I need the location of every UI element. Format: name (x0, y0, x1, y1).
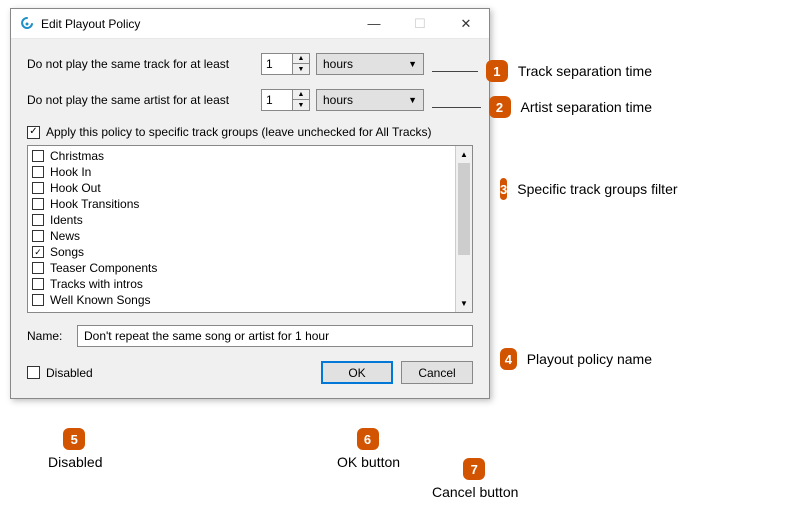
callout-badge: 4 (500, 348, 517, 370)
chevron-down-icon: ▼ (408, 59, 417, 69)
track-separation-spinner[interactable]: ▲ ▼ (261, 53, 310, 75)
callout-label: Disabled (48, 454, 102, 470)
callout-label: Artist separation time (521, 99, 653, 115)
group-item[interactable]: Well Known Songs (32, 292, 451, 308)
group-item-label: Christmas (50, 149, 104, 163)
callout-3: 3 Specific track groups filter (492, 178, 652, 200)
window-title: Edit Playout Policy (41, 17, 351, 31)
group-item[interactable]: Tracks with intros (32, 276, 451, 292)
callout-badge: 5 (63, 428, 85, 450)
group-item-checkbox[interactable] (32, 214, 44, 226)
group-item-checkbox[interactable]: ✓ (32, 246, 44, 258)
group-item-checkbox[interactable] (32, 150, 44, 162)
group-item-label: News (50, 229, 80, 243)
group-item[interactable]: ✓ Songs (32, 244, 451, 260)
group-item-checkbox[interactable] (32, 230, 44, 242)
group-item[interactable]: Hook Transitions (32, 196, 451, 212)
group-item-label: Idents (50, 213, 83, 227)
callout-label: Track separation time (518, 63, 652, 79)
spin-up-icon[interactable]: ▲ (293, 54, 309, 64)
disabled-checkbox[interactable] (27, 366, 40, 379)
artist-separation-value[interactable] (262, 90, 292, 110)
callout-6: 6 OK button (335, 396, 400, 470)
group-item[interactable]: Idents (32, 212, 451, 228)
group-item-label: Tracks with intros (50, 277, 143, 291)
apply-groups-label: Apply this policy to specific track grou… (46, 125, 432, 139)
callout-label: Playout policy name (527, 351, 652, 367)
scroll-thumb[interactable] (458, 163, 470, 255)
spin-down-icon[interactable]: ▼ (293, 100, 309, 110)
callout-badge: 6 (357, 428, 379, 450)
group-item-label: Hook Out (50, 181, 101, 195)
track-unit-select[interactable]: hours ▼ (316, 53, 424, 75)
track-separation-row: Do not play the same track for at least … (27, 53, 473, 75)
disabled-label: Disabled (46, 366, 93, 380)
callout-badge: 1 (486, 60, 508, 82)
group-item[interactable]: Christmas (32, 148, 451, 164)
group-item-label: Songs (50, 245, 84, 259)
track-separation-value[interactable] (262, 54, 292, 74)
scrollbar[interactable]: ▲ ▼ (455, 146, 472, 312)
track-separation-label: Do not play the same track for at least (27, 57, 261, 71)
callout-5: 5 Disabled (46, 396, 102, 470)
group-item[interactable]: News (32, 228, 451, 244)
spin-down-icon[interactable]: ▼ (293, 64, 309, 74)
callout-label: Cancel button (432, 484, 518, 500)
scroll-up-icon[interactable]: ▲ (456, 146, 472, 163)
close-button[interactable]: ✕ (443, 9, 489, 39)
track-groups-listbox[interactable]: Christmas Hook In Hook Out Hook Transitions… (27, 145, 473, 313)
minimize-button[interactable]: — (351, 9, 397, 39)
callout-1: 1 Track separation time (432, 60, 652, 82)
titlebar: Edit Playout Policy — ☐ ✕ (11, 9, 489, 39)
group-item-label: Hook Transitions (50, 197, 139, 211)
callout-badge: 7 (463, 458, 485, 480)
artist-separation-label: Do not play the same artist for at least (27, 93, 261, 107)
dialog-body: Do not play the same track for at least … (11, 39, 489, 398)
bottom-row: Disabled OK Cancel (27, 361, 473, 384)
track-groups-list: Christmas Hook In Hook Out Hook Transitions… (28, 146, 455, 312)
cancel-button[interactable]: Cancel (401, 361, 473, 384)
group-item[interactable]: Teaser Components (32, 260, 451, 276)
group-item[interactable]: Hook In (32, 164, 451, 180)
callout-7: 7 Cancel button (430, 396, 518, 500)
chevron-down-icon: ▼ (408, 95, 417, 105)
artist-unit-value: hours (323, 93, 353, 107)
artist-spin-buttons[interactable]: ▲ ▼ (292, 90, 309, 110)
scroll-track[interactable] (456, 163, 472, 295)
group-item-checkbox[interactable] (32, 182, 44, 194)
group-item-label: Teaser Components (50, 261, 157, 275)
callout-2: 2 Artist separation time (432, 96, 652, 118)
apply-groups-checkbox[interactable]: ✓ (27, 126, 40, 139)
artist-separation-row: Do not play the same artist for at least… (27, 89, 473, 111)
scroll-down-icon[interactable]: ▼ (456, 295, 472, 312)
spin-up-icon[interactable]: ▲ (293, 90, 309, 100)
name-row: Name: (27, 325, 473, 347)
edit-playout-policy-dialog: Edit Playout Policy — ☐ ✕ Do not play th… (10, 8, 490, 399)
name-label: Name: (27, 329, 77, 343)
ok-button[interactable]: OK (321, 361, 393, 384)
group-item-label: Hook In (50, 165, 91, 179)
group-item-checkbox[interactable] (32, 198, 44, 210)
track-unit-value: hours (323, 57, 353, 71)
artist-separation-spinner[interactable]: ▲ ▼ (261, 89, 310, 111)
callout-label: Specific track groups filter (517, 181, 677, 197)
callout-badge: 2 (489, 96, 511, 118)
track-spin-buttons[interactable]: ▲ ▼ (292, 54, 309, 74)
apply-groups-row: ✓ Apply this policy to specific track gr… (27, 125, 473, 139)
app-icon (19, 16, 35, 32)
group-item-checkbox[interactable] (32, 262, 44, 274)
maximize-button: ☐ (397, 9, 443, 39)
group-item[interactable]: Hook Out (32, 180, 451, 196)
artist-unit-select[interactable]: hours ▼ (316, 89, 424, 111)
group-item-checkbox[interactable] (32, 294, 44, 306)
group-item-checkbox[interactable] (32, 166, 44, 178)
policy-name-input[interactable] (77, 325, 473, 347)
group-item-label: Well Known Songs (50, 293, 151, 307)
callout-label: OK button (337, 454, 400, 470)
callout-4: 4 Playout policy name (492, 348, 652, 370)
callout-badge: 3 (500, 178, 507, 200)
group-item-checkbox[interactable] (32, 278, 44, 290)
